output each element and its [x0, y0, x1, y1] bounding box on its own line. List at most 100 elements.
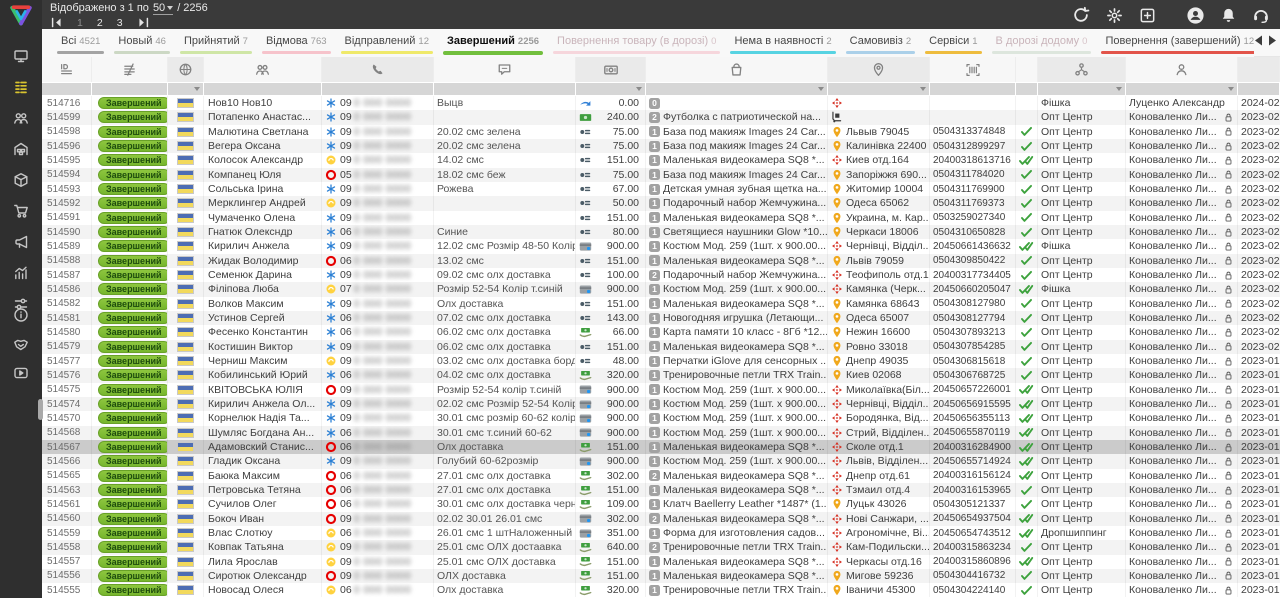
tab-11[interactable]: В дорозі додому0	[987, 29, 1097, 57]
order-row[interactable]: 514577ЗавершенийЧерниш Максим090 000 000…	[42, 354, 1280, 368]
vertical-scrollbar-thumb[interactable]	[38, 399, 43, 420]
tab-2[interactable]: Новый46	[109, 29, 175, 57]
column-header-blank[interactable]	[1238, 57, 1280, 82]
tabs-scroll-right-icon[interactable]	[1267, 33, 1278, 47]
page-number-3[interactable]: 3	[117, 17, 123, 29]
filter-input-14[interactable]	[1238, 83, 1279, 95]
order-row[interactable]: 514593ЗавершенийСольська Ірина090 000 00…	[42, 182, 1280, 196]
order-row[interactable]: 514563ЗавершенийПетровська Тетяна060 000…	[42, 483, 1280, 497]
sidebar-item-products-box[interactable]	[0, 164, 42, 195]
order-row[interactable]: 514587ЗавершенийСеменюк Дарина090 000 00…	[42, 268, 1280, 282]
last-page-icon[interactable]	[137, 16, 150, 29]
order-row[interactable]: 514574ЗавершенийКирилич Анжела Ол...090 …	[42, 397, 1280, 411]
sidebar-item-dashboard-monitor[interactable]	[0, 40, 42, 71]
filter-input-9[interactable]	[828, 83, 929, 95]
order-row[interactable]: 514558ЗавершенийКовпак Татьяна090 000 00…	[42, 540, 1280, 554]
order-row[interactable]: 514561ЗавершенийСучилов Олег060 000 0000…	[42, 497, 1280, 511]
order-row[interactable]: 514590ЗавершенийГнатюк Олексндр060 000 0…	[42, 225, 1280, 239]
order-row[interactable]: 514579ЗавершенийКостишин Виктор090 000 0…	[42, 340, 1280, 354]
order-row[interactable]: 514575ЗавершенийКВІТОВСЬКА ЮЛІЯ090 000 0…	[42, 383, 1280, 397]
order-row[interactable]: 514591ЗавершенийЧумаченко Олена090 000 0…	[42, 211, 1280, 225]
column-header-id[interactable]	[42, 57, 92, 82]
tab-6[interactable]: Завершений2256	[438, 29, 548, 57]
filter-input-1[interactable]	[42, 83, 91, 95]
column-header-customer[interactable]	[204, 57, 322, 82]
settings-gear-icon[interactable]	[1103, 4, 1125, 26]
column-header-fulfillment[interactable]	[1038, 57, 1126, 82]
order-row[interactable]: 514555ЗавершенийНовосад Олеся060 000 000…	[42, 583, 1280, 597]
filter-input-4[interactable]	[204, 83, 321, 95]
order-row[interactable]: 514596ЗавершенийВегера Оксана090 000 000…	[42, 139, 1280, 153]
sidebar-item-statistics-chart[interactable]	[0, 257, 42, 288]
sidebar-item-cart[interactable]	[0, 195, 42, 226]
column-header-delivery-pin[interactable]	[828, 57, 930, 82]
sidebar-item-marketing-megaphone[interactable]	[0, 226, 42, 257]
order-row[interactable]: 514580ЗавершенийФесенко Константин060 00…	[42, 325, 1280, 339]
app-logo-icon[interactable]	[7, 2, 35, 28]
column-header-country-globe[interactable]	[168, 57, 204, 82]
first-page-icon[interactable]	[50, 16, 63, 29]
order-row[interactable]: 514582ЗавершенийВолков Максим090 000 000…	[42, 297, 1280, 311]
tab-9[interactable]: Самовивіз2	[841, 29, 920, 57]
filter-input-7[interactable]	[576, 83, 645, 95]
tab-7[interactable]: Повернення товару (в дорозі)0	[548, 29, 725, 57]
add-order-icon[interactable]	[1136, 4, 1158, 26]
sidebar-item-info[interactable]	[0, 300, 42, 329]
user-avatar-icon[interactable]	[1184, 4, 1206, 26]
order-row[interactable]: 514716ЗавершенийНов10 Нов10090 000 0000В…	[42, 96, 1280, 110]
page-size-dropdown[interactable]: 50	[153, 2, 173, 15]
tab-5[interactable]: Відправлений12	[336, 29, 438, 57]
tab-12[interactable]: Повернення (завершений)125	[1096, 29, 1254, 57]
order-row[interactable]: 514557ЗавершенийЛила Ярослав090 000 0000…	[42, 555, 1280, 569]
order-row[interactable]: 514589ЗавершенийКирилич Анжела090 000 00…	[42, 239, 1280, 253]
filter-input-3[interactable]	[168, 83, 203, 95]
column-header-status[interactable]	[92, 57, 168, 82]
order-row[interactable]: 514567ЗавершенийАдамовский Станис...060 …	[42, 440, 1280, 454]
column-header-manager[interactable]	[1126, 57, 1238, 82]
filter-input-2[interactable]	[92, 83, 167, 95]
tabs-scroll-left-icon[interactable]	[1253, 33, 1264, 47]
filter-input-11[interactable]	[1016, 83, 1037, 95]
order-row[interactable]: 514586ЗавершенийФіліпова Люба070 000 000…	[42, 282, 1280, 296]
sidebar-item-orders-list[interactable]	[0, 71, 42, 102]
order-row[interactable]: 514599ЗавершенийПотапенко Анастас...090 …	[42, 110, 1280, 124]
filter-input-6[interactable]	[434, 83, 575, 95]
tab-1[interactable]: Всі4521	[52, 29, 109, 57]
order-row[interactable]: 514592ЗавершенийМерклингер Андрей090 000…	[42, 196, 1280, 210]
sidebar-item-clients[interactable]	[0, 102, 42, 133]
filter-input-5[interactable]	[322, 83, 433, 95]
filter-input-8[interactable]	[646, 83, 827, 95]
sidebar-item-warehouse[interactable]	[0, 133, 42, 164]
filter-input-12[interactable]	[1038, 83, 1125, 95]
support-headset-icon[interactable]	[1250, 4, 1272, 26]
column-header-product-bag[interactable]	[646, 57, 828, 82]
order-row[interactable]: 514560ЗавершенийБокоч Иван090 000 000002…	[42, 512, 1280, 526]
notifications-bell-icon[interactable]	[1217, 4, 1239, 26]
tab-8[interactable]: Нема в наявності2	[725, 29, 840, 57]
order-row[interactable]: 514598ЗавершенийМалютина Светлана090 000…	[42, 125, 1280, 139]
page-number-1[interactable]: 1	[77, 17, 83, 29]
column-header-blank[interactable]	[1016, 57, 1038, 82]
order-row[interactable]: 514595ЗавершенийКолосок Александр090 000…	[42, 153, 1280, 167]
order-row[interactable]: 514588ЗавершенийЖидак Володимир060 000 0…	[42, 254, 1280, 268]
order-row[interactable]: 514594ЗавершенийКомпанец Юля050 000 0000…	[42, 168, 1280, 182]
filter-input-10[interactable]	[930, 83, 1015, 95]
filter-input-13[interactable]	[1126, 83, 1237, 95]
tab-4[interactable]: Відмова763	[257, 29, 336, 57]
tab-10[interactable]: Сервіси1	[920, 29, 986, 57]
column-header-comment[interactable]	[434, 57, 576, 82]
order-row[interactable]: 514566ЗавершенийГладик Оксана090 000 000…	[42, 454, 1280, 468]
column-header-payment[interactable]	[576, 57, 646, 82]
order-row[interactable]: 514570ЗавершенийКорнелюк Надія Та...090 …	[42, 411, 1280, 425]
order-row[interactable]: 514576ЗавершенийКобилинський Юрий060 000…	[42, 368, 1280, 382]
column-header-phone[interactable]	[322, 57, 434, 82]
column-header-tracking-barcode[interactable]	[930, 57, 1016, 82]
refresh-icon[interactable]	[1070, 4, 1092, 26]
order-row[interactable]: 514568ЗавершенийШумляс Богдана Ан...060 …	[42, 426, 1280, 440]
order-row[interactable]: 514581ЗавершенийУстинов Сергей060 000 00…	[42, 311, 1280, 325]
order-row[interactable]: 514559ЗавершенийВлас Слотюу060 000 00002…	[42, 526, 1280, 540]
sidebar-item-partners-handshake[interactable]	[0, 329, 42, 358]
order-row[interactable]: 514556ЗавершенийСиротюк Олександр090 000…	[42, 569, 1280, 583]
sidebar-item-video-tutorials[interactable]	[0, 358, 42, 387]
tab-3[interactable]: Прийнятий7	[175, 29, 257, 57]
